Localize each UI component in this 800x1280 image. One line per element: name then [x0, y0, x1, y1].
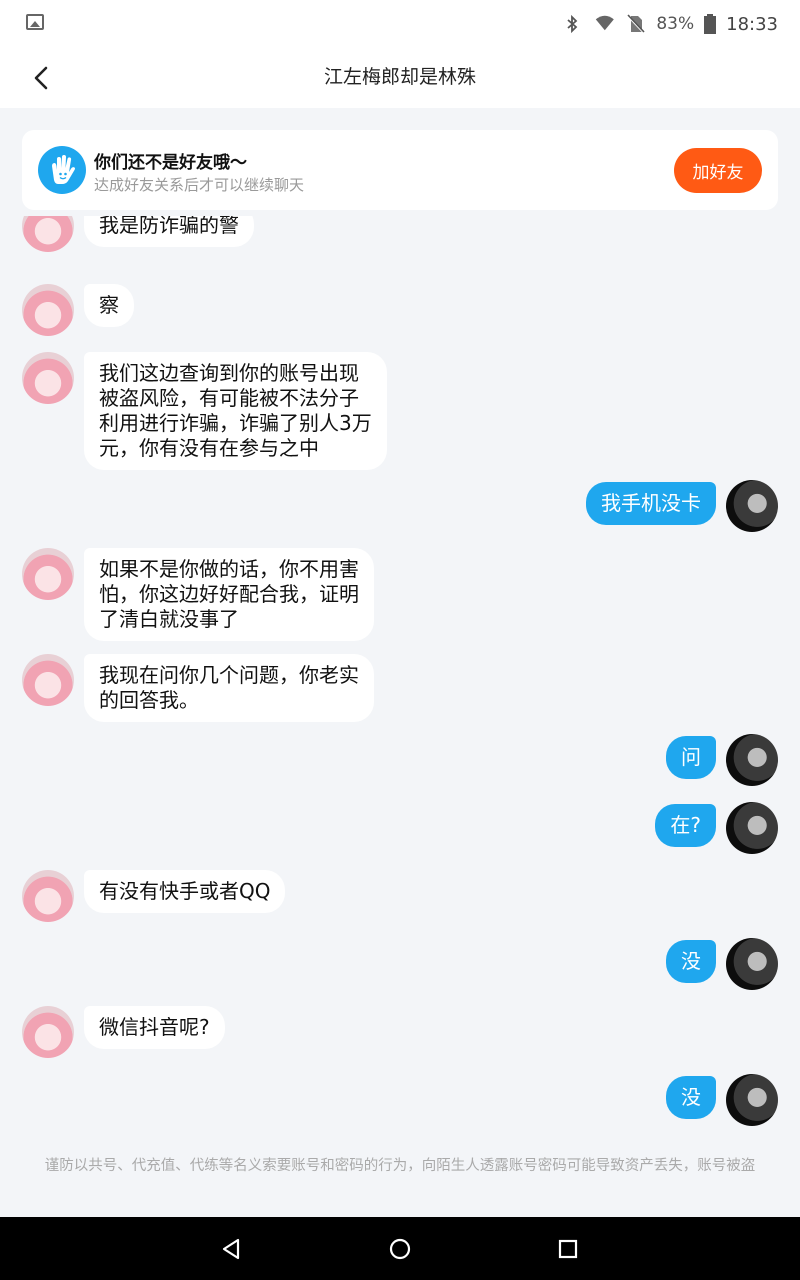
bluetooth-icon — [567, 14, 578, 34]
contact-avatar[interactable] — [22, 548, 74, 600]
hand-wave-icon — [38, 146, 86, 194]
message-bubble[interactable]: 没 — [666, 1076, 716, 1119]
message-bubble[interactable]: 我们这边查询到你的账号出现 被盗风险，有可能被不法分子 利用进行诈骗，诈骗了别人… — [84, 352, 387, 470]
battery-icon — [704, 14, 717, 34]
contact-avatar[interactable] — [22, 654, 74, 706]
back-triangle-icon[interactable] — [218, 1235, 246, 1263]
message-bubble[interactable]: 没 — [666, 940, 716, 983]
status-icons: 83% 18:33 — [562, 10, 778, 38]
no-sim-icon — [627, 14, 646, 34]
page-title: 江左梅郎却是林殊 — [323, 66, 476, 88]
message-bubble[interactable]: 问 — [666, 736, 716, 779]
contact-avatar[interactable] — [22, 216, 74, 252]
status-bar: 83% 18:33 — [0, 0, 800, 48]
message-bubble[interactable]: 在? — [655, 804, 716, 847]
contact-avatar[interactable] — [22, 284, 74, 336]
message-bubble[interactable]: 微信抖音呢? — [84, 1006, 225, 1049]
user-avatar[interactable] — [726, 938, 778, 990]
image-icon — [26, 14, 44, 30]
message-bubble[interactable]: 我是防诈骗的警 — [84, 216, 254, 247]
message-bubble[interactable]: 有没有快手或者QQ — [84, 870, 286, 913]
recents-square-icon[interactable] — [554, 1235, 582, 1263]
security-warning: 谨防以共号、代充值、代练等名义索要账号和密码的行为，向陌生人透露账号密码可能导致… — [44, 1158, 756, 1174]
user-avatar[interactable] — [726, 480, 778, 532]
wifi-icon — [596, 15, 615, 31]
message-bubble[interactable]: 我手机没卡 — [586, 482, 716, 525]
message-bubble[interactable]: 我现在问你几个问题，你老实 的回答我。 — [84, 654, 374, 722]
user-avatar[interactable] — [726, 1074, 778, 1126]
add-friend-banner: 你们还不是好友哦～ 达成好友关系后才可以继续聊天 加好友 — [22, 130, 778, 210]
message-bubble[interactable]: 如果不是你做的话，你不用害 怕，你这边好好配合我，证明 了清白就没事了 — [84, 548, 374, 641]
system-navigation-bar — [0, 1217, 800, 1280]
user-avatar[interactable] — [726, 802, 778, 854]
chat-header: 江左梅郎却是林殊 — [0, 48, 800, 108]
contact-avatar[interactable] — [22, 352, 74, 404]
chevron-left-icon[interactable] — [26, 62, 58, 94]
user-avatar[interactable] — [726, 734, 778, 786]
home-circle-icon[interactable] — [386, 1235, 414, 1263]
contact-avatar[interactable] — [22, 1006, 74, 1058]
battery-percent: 83% — [656, 14, 695, 34]
contact-avatar[interactable] — [22, 870, 74, 922]
message-bubble[interactable]: 察 — [84, 284, 134, 327]
banner-title: 你们还不是好友哦～ — [94, 153, 247, 173]
add-friend-button[interactable]: 加好友 — [674, 148, 762, 193]
banner-subtitle: 达成好友关系后才可以继续聊天 — [94, 176, 305, 194]
chat-message-list[interactable]: 我是防诈骗的警 察 我们这边查询到你的账号出现 被盗风险，有可能被不法分子 利用… — [0, 216, 800, 1146]
status-time: 18:33 — [726, 13, 778, 35]
